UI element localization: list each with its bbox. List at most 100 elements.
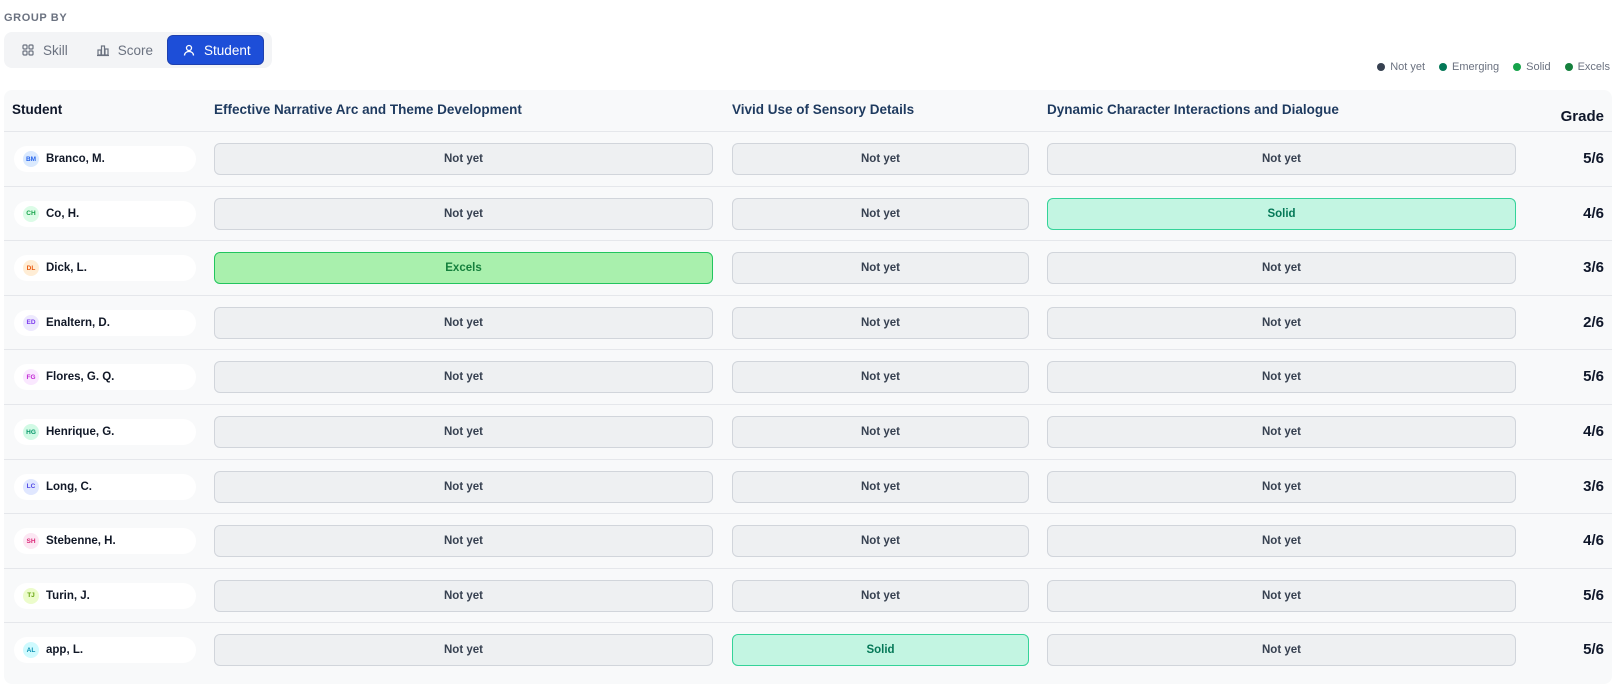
legend-dot <box>1439 63 1448 71</box>
student-name: Turin, J. <box>46 589 90 602</box>
legend-dot <box>1564 63 1573 71</box>
score-cell[interactable]: Not yet <box>214 579 713 612</box>
table-row: LC Long, C. Not yet Not yet Not yet 3/6 <box>4 460 1612 515</box>
avatar: ED <box>23 314 39 331</box>
skill-column-header-sensory-details: Vivid Use of Sensory Details <box>732 102 915 117</box>
grade-value: 5/6 <box>1583 368 1604 386</box>
table-row: FG Flores, G. Q. Not yet Not yet Not yet 5/6 <box>4 350 1612 405</box>
score-cell[interactable]: Not yet <box>732 143 1029 175</box>
score-legend: Not yet Emerging Solid Excels <box>1377 61 1610 73</box>
grade-value: 3/6 <box>1583 259 1604 277</box>
score-cell[interactable]: Not yet <box>732 525 1029 558</box>
student-chip[interactable]: LC Long, C. <box>14 473 196 500</box>
legend-dot <box>1377 63 1386 71</box>
score-cell[interactable]: Not yet <box>1047 634 1516 667</box>
student-name: Dick, L. <box>46 262 87 275</box>
grade-value: 4/6 <box>1583 532 1604 550</box>
score-cell[interactable]: Solid <box>732 634 1029 667</box>
score-cell[interactable]: Not yet <box>1047 252 1516 285</box>
student-name: Enaltern, D. <box>46 316 110 329</box>
student-chip[interactable]: SH Stebenne, H. <box>14 528 196 555</box>
avatar: BM <box>23 151 39 167</box>
student-column-header: Student <box>12 102 63 117</box>
legend-item-emerging: Emerging <box>1439 61 1499 73</box>
table-row: AL app, L. Not yet Solid Not yet 5/6 <box>4 623 1612 678</box>
student-chip[interactable]: HG Henrique, G. <box>14 419 196 445</box>
score-cell[interactable]: Not yet <box>732 361 1029 394</box>
legend-label: Solid <box>1526 61 1551 73</box>
legend-item-solid: Solid <box>1513 61 1551 73</box>
group-by-label: GROUP BY <box>4 12 68 24</box>
group-by-score-button[interactable]: Score <box>82 35 165 65</box>
student-chip[interactable]: DL Dick, L. <box>14 255 196 282</box>
score-cell[interactable]: Not yet <box>1047 525 1516 558</box>
table-row: BM Branco, M. Not yet Not yet Not yet 5/6 <box>4 132 1612 187</box>
score-cell[interactable]: Not yet <box>214 143 713 175</box>
student-name: Co, H. <box>46 207 80 220</box>
group-by-segmented-control: Skill Score Student <box>4 32 272 68</box>
score-cell[interactable]: Not yet <box>732 579 1029 612</box>
student-chip[interactable]: BM Branco, M. <box>14 146 196 172</box>
group-by-student-label: Student <box>204 42 251 58</box>
student-name: Long, C. <box>46 480 92 493</box>
score-cell[interactable]: Excels <box>214 252 713 285</box>
score-cell[interactable]: Not yet <box>214 416 713 448</box>
bar-chart-icon <box>96 45 109 57</box>
score-cell[interactable]: Not yet <box>1047 416 1516 448</box>
score-cell[interactable]: Solid <box>1047 197 1516 230</box>
user-icon <box>183 44 195 56</box>
score-cell[interactable]: Not yet <box>214 306 713 339</box>
legend-item-excels: Excels <box>1564 61 1610 73</box>
score-cell[interactable]: Not yet <box>1047 470 1516 503</box>
score-cell[interactable]: Not yet <box>732 252 1029 285</box>
score-cell[interactable]: Not yet <box>732 306 1029 339</box>
score-cell[interactable]: Not yet <box>214 361 713 394</box>
avatar: AL <box>23 642 39 659</box>
grade-value: 2/6 <box>1583 313 1604 331</box>
student-chip[interactable]: TJ Turin, J. <box>14 582 196 609</box>
skill-column-header-character-dialogue: Dynamic Character Interactions and Dialo… <box>1047 102 1339 117</box>
score-cell[interactable]: Not yet <box>732 416 1029 448</box>
student-chip[interactable]: ED Enaltern, D. <box>14 309 196 336</box>
student-chip[interactable]: CH Co, H. <box>14 200 196 227</box>
avatar: LC <box>23 478 39 495</box>
grade-value: 5/6 <box>1583 150 1604 167</box>
grid-icon <box>22 44 34 56</box>
avatar: SH <box>23 533 39 550</box>
score-cell[interactable]: Not yet <box>214 634 713 667</box>
score-cell[interactable]: Not yet <box>214 470 713 503</box>
legend-label: Excels <box>1577 61 1610 73</box>
legend-label: Not yet <box>1390 61 1426 73</box>
score-cell[interactable]: Not yet <box>1047 143 1516 175</box>
score-cell[interactable]: Not yet <box>732 470 1029 503</box>
student-chip[interactable]: FG Flores, G. Q. <box>14 364 196 391</box>
avatar: TJ <box>23 587 39 604</box>
group-by-skill-label: Skill <box>43 42 68 58</box>
score-cell[interactable]: Not yet <box>1047 579 1516 612</box>
score-cell[interactable]: Not yet <box>1047 306 1516 339</box>
student-skills-table: Student Effective Narrative Arc and Them… <box>4 90 1612 684</box>
student-chip[interactable]: AL app, L. <box>14 637 196 664</box>
grade-value: 5/6 <box>1583 641 1604 659</box>
student-name: Stebenne, H. <box>46 535 116 548</box>
score-cell[interactable]: Not yet <box>214 525 713 558</box>
group-by-skill-button[interactable]: Skill <box>7 35 80 65</box>
legend-dot <box>1513 63 1522 71</box>
group-by-student-button[interactable]: Student <box>167 35 264 65</box>
table-row: ED Enaltern, D. Not yet Not yet Not yet 2/6 <box>4 296 1612 351</box>
legend-item-not-yet: Not yet <box>1377 61 1425 73</box>
avatar: FG <box>23 369 39 386</box>
score-cell[interactable]: Not yet <box>1047 361 1516 394</box>
legend-label: Emerging <box>1452 61 1500 73</box>
grade-column-header: Grade <box>1560 108 1604 125</box>
avatar: CH <box>23 205 39 222</box>
avatar: DL <box>23 260 39 277</box>
score-cell[interactable]: Not yet <box>732 197 1029 230</box>
grade-value: 4/6 <box>1583 204 1604 222</box>
score-cell[interactable]: Not yet <box>214 197 713 230</box>
table-row: CH Co, H. Not yet Not yet Solid 4/6 <box>4 187 1612 242</box>
grade-value: 4/6 <box>1583 423 1604 440</box>
student-name: Henrique, G. <box>46 426 115 438</box>
avatar: HG <box>23 424 39 440</box>
table-row: SH Stebenne, H. Not yet Not yet Not yet 4/6 <box>4 514 1612 569</box>
